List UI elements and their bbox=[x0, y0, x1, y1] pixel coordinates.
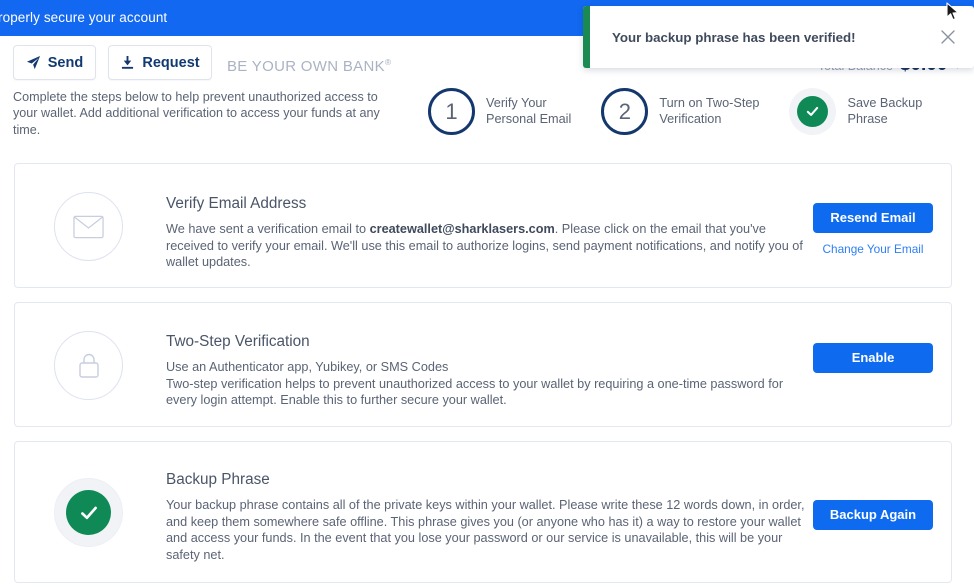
step-number-circle-1: 1 bbox=[428, 88, 475, 135]
card-body-two-step: Two-Step Verification Use an Authenticat… bbox=[166, 333, 806, 409]
toast-accent-bar bbox=[583, 6, 590, 68]
step-indicator-list: 1 Verify Your Personal Email 2 Turn on T… bbox=[428, 88, 922, 135]
check-icon bbox=[797, 96, 829, 127]
brand-tagline: BE YOUR OWN BANK® bbox=[227, 45, 391, 80]
envelope-icon bbox=[54, 192, 123, 261]
card-actions-verify-email: Resend Email Change Your Email bbox=[813, 203, 933, 256]
card-two-step-verification: Two-Step Verification Use an Authenticat… bbox=[14, 302, 952, 427]
request-label: Request bbox=[142, 54, 200, 71]
card-title-verify-email: Verify Email Address bbox=[166, 195, 307, 212]
request-button[interactable]: Request bbox=[108, 45, 212, 80]
step-label-1: Verify Your Personal Email bbox=[486, 96, 572, 126]
lock-icon bbox=[54, 331, 123, 400]
card-backup-phrase: Backup Phrase Your backup phrase contain… bbox=[14, 441, 952, 583]
resend-email-button[interactable]: Resend Email bbox=[813, 203, 933, 233]
brand-tagline-text: BE YOUR OWN BANK bbox=[227, 58, 385, 75]
banner-text: roperly secure your account bbox=[0, 10, 168, 25]
send-button[interactable]: Send bbox=[13, 45, 96, 80]
desc-pre: We have sent a verification email to bbox=[166, 222, 370, 236]
step-number-1: 1 bbox=[445, 98, 458, 124]
card-desc-two-step: Use an Authenticator app, Yubikey, or SM… bbox=[166, 360, 784, 408]
enable-two-step-button[interactable]: Enable bbox=[813, 343, 933, 373]
check-icon bbox=[66, 490, 111, 535]
email-address-value: createwallet@sharklasers.com bbox=[369, 222, 555, 236]
card-desc-verify-email: We have sent a verification email to cre… bbox=[166, 221, 806, 271]
registered-mark: ® bbox=[384, 57, 392, 67]
card-title-two-step: Two-Step Verification bbox=[166, 333, 310, 350]
card-desc-backup-phrase: Your backup phrase contains all of the p… bbox=[166, 498, 805, 562]
step-number-circle-2: 2 bbox=[601, 88, 649, 135]
send-label: Send bbox=[47, 54, 84, 71]
card-actions-two-step: Enable bbox=[813, 343, 933, 373]
step-label-2: Turn on Two-Step Verification bbox=[659, 96, 760, 126]
send-icon bbox=[26, 55, 41, 70]
step-label-3: Save Backup Phrase bbox=[847, 96, 923, 126]
step-complete-circle-3 bbox=[789, 88, 837, 135]
intro-text: Complete the steps below to help prevent… bbox=[13, 90, 380, 137]
change-email-link[interactable]: Change Your Email bbox=[813, 242, 933, 256]
card-actions-backup-phrase: Backup Again bbox=[813, 500, 933, 530]
backup-again-button[interactable]: Backup Again bbox=[813, 500, 933, 530]
step-number-2: 2 bbox=[618, 98, 631, 124]
toast-message: Your backup phrase has been verified! bbox=[612, 29, 856, 45]
card-body-verify-email: Verify Email Address We have sent a veri… bbox=[166, 195, 806, 271]
card-title-backup-phrase: Backup Phrase bbox=[166, 471, 270, 488]
step-item-backup-phrase[interactable]: Save Backup Phrase bbox=[789, 88, 922, 135]
step-item-two-step[interactable]: 2 Turn on Two-Step Verification bbox=[601, 88, 759, 135]
step-item-verify-email[interactable]: 1 Verify Your Personal Email bbox=[428, 88, 571, 135]
card-verify-email: Verify Email Address We have sent a veri… bbox=[14, 163, 952, 288]
success-toast: Your backup phrase has been verified! bbox=[583, 6, 974, 68]
check-circle-icon bbox=[54, 478, 123, 547]
close-icon[interactable] bbox=[922, 6, 974, 68]
onboarding-intro-row: Complete the steps below to help prevent… bbox=[0, 86, 974, 161]
card-body-backup-phrase: Backup Phrase Your backup phrase contain… bbox=[166, 471, 806, 563]
download-icon bbox=[120, 55, 135, 70]
wallet-security-page: roperly secure your account Send Request… bbox=[0, 0, 974, 587]
